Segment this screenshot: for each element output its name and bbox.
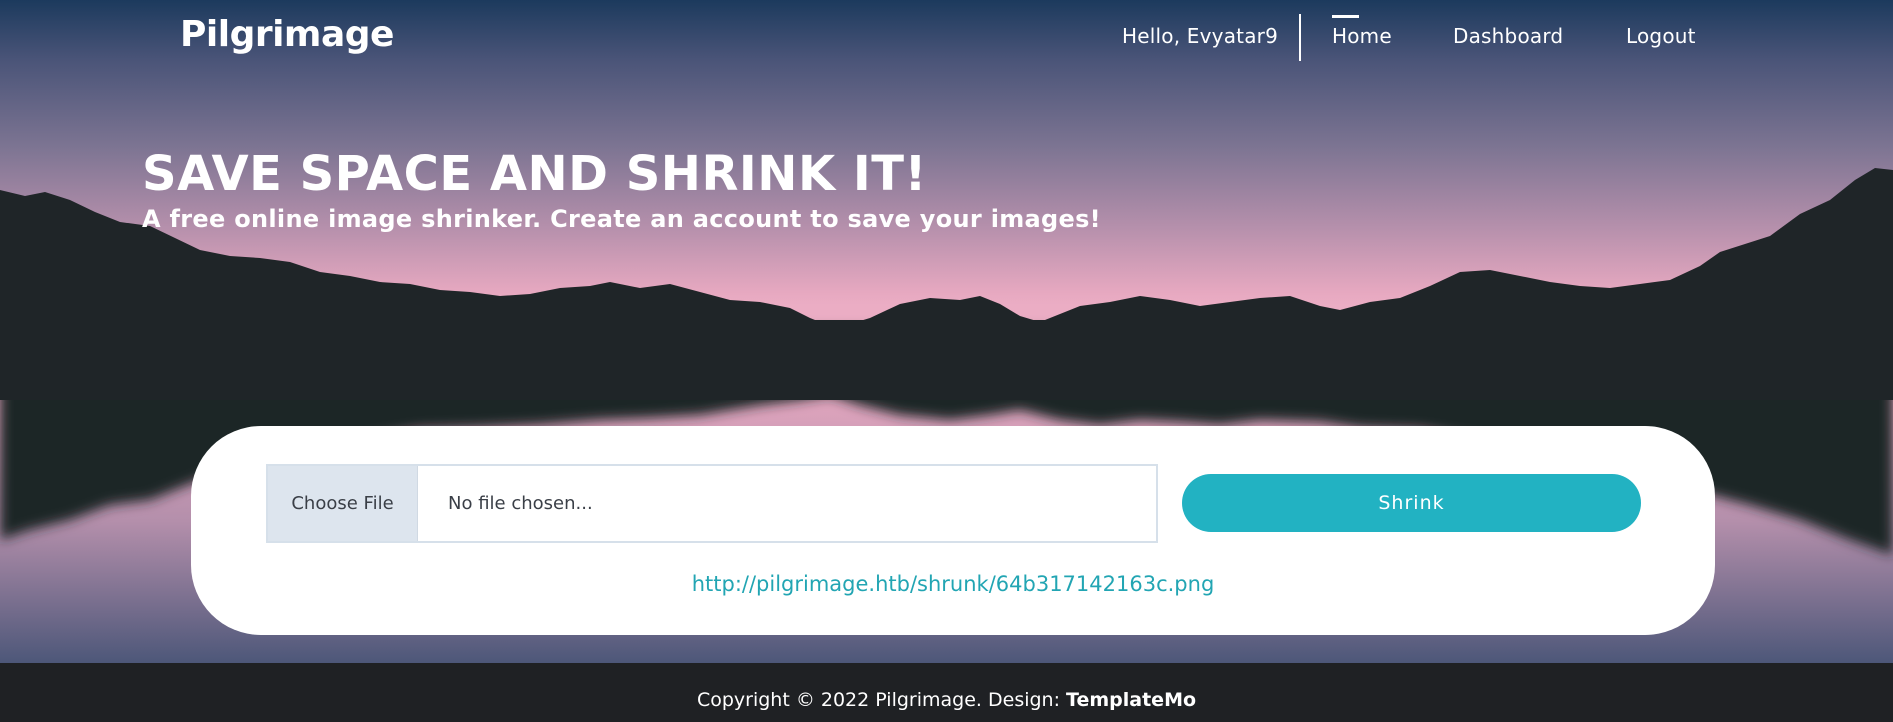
shrink-button[interactable]: Shrink: [1182, 474, 1641, 532]
file-input[interactable]: Choose File No file chosen...: [266, 464, 1158, 543]
nav-link-logout[interactable]: Logout: [1626, 24, 1696, 48]
hero-subtitle: A free online image shrinker. Create an …: [142, 205, 1101, 233]
nav-link-dashboard[interactable]: Dashboard: [1453, 24, 1563, 48]
brand-logo[interactable]: Pilgrimage: [180, 14, 394, 55]
footer-copyright: Copyright © 2022 Pilgrimage. Design:: [696, 689, 1067, 711]
choose-file-button[interactable]: Choose File: [268, 466, 418, 541]
user-greeting: Hello, Evyatar9: [1122, 24, 1279, 48]
footer: Copyright © 2022 Pilgrimage. Design: Tem…: [0, 663, 1893, 722]
upload-card: Choose File No file chosen... Shrink htt…: [191, 426, 1715, 635]
nav-link-home[interactable]: Home: [1332, 24, 1392, 48]
active-nav-indicator: [1332, 15, 1359, 18]
hero-title: SAVE SPACE AND SHRINK IT!: [142, 146, 927, 202]
file-status-text: No file chosen...: [448, 493, 593, 514]
shrunk-image-link[interactable]: http://pilgrimage.htb/shrunk/64b31714216…: [191, 572, 1715, 596]
footer-designer-link[interactable]: TemplateMo: [1066, 689, 1196, 711]
nav-divider: [1299, 14, 1301, 61]
